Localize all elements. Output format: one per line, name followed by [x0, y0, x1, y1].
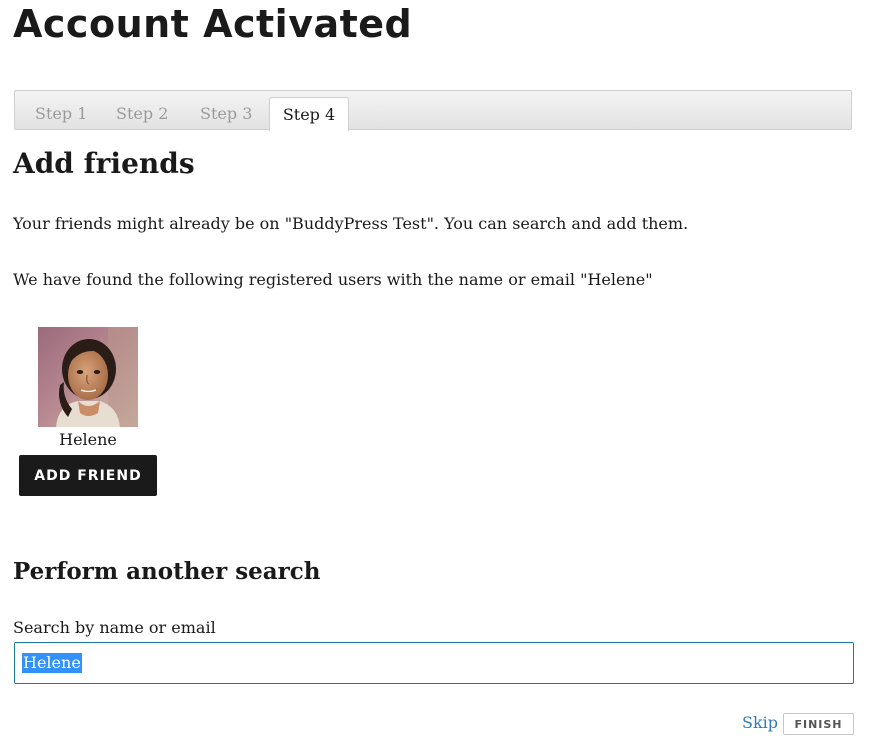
- skip-link[interactable]: Skip: [742, 712, 778, 734]
- search-input[interactable]: Helene: [14, 642, 854, 684]
- add-friends-heading: Add friends: [13, 147, 195, 180]
- user-avatar-icon: [38, 327, 138, 427]
- search-label: Search by name or email: [13, 618, 216, 637]
- tab-step-2[interactable]: Step 2: [116, 97, 168, 131]
- search-input-value[interactable]: Helene: [22, 653, 82, 673]
- add-friends-intro: Your friends might already be on "BuddyP…: [13, 214, 689, 233]
- search-heading: Perform another search: [13, 558, 321, 585]
- avatar[interactable]: [38, 327, 138, 427]
- member-name[interactable]: Helene: [18, 429, 158, 451]
- page-title: Account Activated: [13, 2, 413, 46]
- finish-button[interactable]: FINISH: [783, 713, 854, 735]
- steps-tab-bar: Step 1 Step 2 Step 3 Step 4: [14, 90, 852, 131]
- tab-step-4[interactable]: Step 4: [269, 97, 349, 131]
- search-results-text: We have found the following registered u…: [13, 270, 653, 289]
- tab-step-1[interactable]: Step 1: [35, 97, 87, 131]
- tab-step-3[interactable]: Step 3: [200, 97, 252, 131]
- add-friend-button[interactable]: ADD FRIEND: [19, 455, 157, 496]
